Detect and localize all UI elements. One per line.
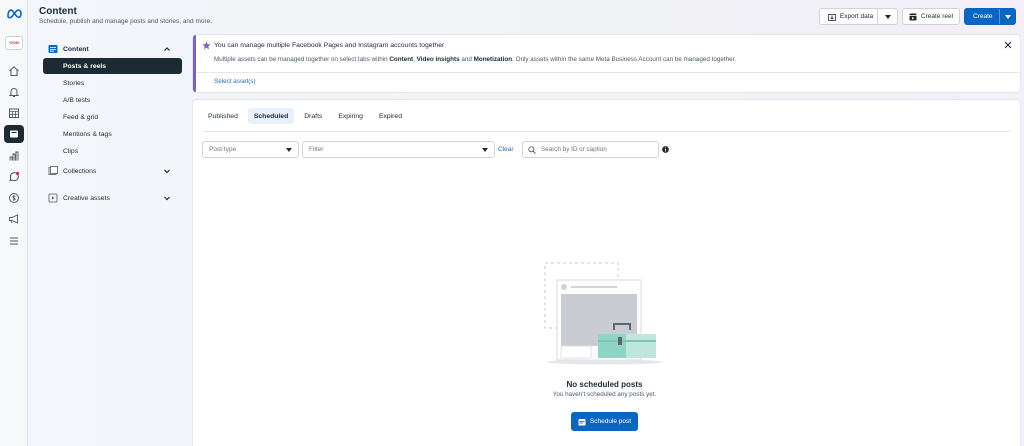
search-placeholder: Search by ID or caption <box>541 146 607 153</box>
banner-body: Multiple assets can be managed together … <box>214 56 736 63</box>
export-data-label: Export data <box>839 13 874 20</box>
banner-bold-video-insights: Video insights <box>416 56 460 63</box>
filter-placeholder: Filter <box>309 146 324 153</box>
sidebar-item-label: A/B tests <box>63 96 91 104</box>
banner-bold-content: Content <box>389 56 414 63</box>
info-banner: You can manage multiple Facebook Pages a… <box>193 35 1020 92</box>
tab-expiring[interactable]: Expiring <box>332 108 369 124</box>
create-reel-label: Create reel <box>920 13 954 20</box>
sidebar-section-label: Content <box>63 45 89 53</box>
empty-state-subtitle: You haven't scheduled any posts yet. <box>552 391 657 398</box>
export-dropdown-divider <box>877 9 878 24</box>
content-card: Published Scheduled Drafts Expiring Expi… <box>193 100 1020 446</box>
tab-scheduled[interactable]: Scheduled <box>247 108 295 124</box>
sidebar-item-mentions-tags[interactable]: Mentions & tags <box>43 126 182 142</box>
sidebar-section-content[interactable]: Content <box>40 40 185 58</box>
sidebar-item-label: Stories <box>63 79 85 87</box>
tab-bar: Published Scheduled Drafts Expiring Expi… <box>202 108 408 126</box>
inbox-icon[interactable] <box>4 168 24 186</box>
chevron-down-icon <box>164 196 170 201</box>
creative-assets-icon <box>48 193 58 203</box>
post-type-placeholder: Post type <box>209 146 237 153</box>
planner-icon[interactable] <box>4 104 24 122</box>
empty-state-title: No scheduled posts <box>566 380 643 389</box>
sidebar-item-posts-reels[interactable]: Posts & reels <box>43 58 182 74</box>
chevron-down-icon <box>286 148 292 152</box>
page-subtitle: Schedule, publish and manage posts and s… <box>39 18 213 25</box>
collections-icon <box>48 166 58 175</box>
account-avatar[interactable]: OOM <box>5 36 23 50</box>
banner-bold-monetization: Monetization <box>473 56 513 63</box>
sidebar-section-label: Creative assets <box>63 194 110 202</box>
content-section-icon <box>48 45 58 53</box>
insights-icon[interactable] <box>4 147 24 165</box>
chevron-down-icon <box>482 148 488 152</box>
filter-select[interactable]: Filter <box>302 141 495 158</box>
sidebar-item-ab-tests[interactable]: A/B tests <box>43 92 182 108</box>
select-assets-link[interactable]: Select asset(s) <box>214 78 256 85</box>
sidebar-item-label: Clips <box>63 147 79 155</box>
banner-body-text: . Only assets within the same Meta Busin… <box>512 56 737 63</box>
calendar-icon <box>578 418 586 425</box>
create-reel-button[interactable]: Create reel <box>902 8 960 25</box>
empty-state-illustration-icon <box>544 262 663 365</box>
sidebar-item-feed-grid[interactable]: Feed & grid <box>43 109 182 125</box>
reel-icon <box>909 13 917 20</box>
page-title: Content <box>39 6 77 17</box>
sidebar-section-collections[interactable]: Collections <box>40 162 185 180</box>
sidebar-section-creative-assets[interactable]: Creative assets <box>40 189 185 207</box>
chevron-down-icon[interactable] <box>885 15 891 19</box>
banner-title: You can manage multiple Facebook Pages a… <box>214 42 445 49</box>
info-icon[interactable] <box>662 146 669 153</box>
tab-published[interactable]: Published <box>202 108 244 124</box>
tab-drafts[interactable]: Drafts <box>298 108 328 124</box>
ads-icon[interactable] <box>4 210 24 228</box>
search-icon <box>528 146 536 154</box>
sidebar: Content Posts & reels Stories A/B tests … <box>40 40 185 207</box>
meta-logo-icon[interactable] <box>6 7 23 19</box>
chevron-down-icon[interactable] <box>1005 15 1011 19</box>
sidebar-item-label: Posts & reels <box>63 62 107 70</box>
chevron-up-icon <box>164 47 170 51</box>
home-icon[interactable] <box>4 62 24 80</box>
chevron-down-icon <box>164 169 170 174</box>
monetization-icon[interactable] <box>4 189 24 207</box>
banner-body-text: Multiple assets can be managed together … <box>214 56 390 63</box>
sidebar-item-label: Feed & grid <box>63 113 99 121</box>
clear-filters-link[interactable]: Clear <box>498 146 514 153</box>
notifications-icon[interactable] <box>4 83 24 101</box>
sidebar-section-label: Collections <box>63 167 97 175</box>
create-dropdown-divider <box>999 9 1000 24</box>
sidebar-item-stories[interactable]: Stories <box>43 75 182 91</box>
banner-divider <box>196 72 1020 73</box>
export-data-button[interactable]: Export data <box>819 8 898 25</box>
create-label: Create <box>973 13 993 20</box>
post-type-select[interactable]: Post type <box>202 141 299 158</box>
banner-body-text: and <box>459 56 474 63</box>
star-icon <box>202 41 211 50</box>
tab-expired[interactable]: Expired <box>373 108 408 124</box>
schedule-post-button[interactable]: Schedule post <box>571 412 638 431</box>
content-icon[interactable] <box>4 125 24 143</box>
tab-divider <box>202 131 1011 132</box>
export-icon <box>827 13 836 21</box>
sidebar-item-clips[interactable]: Clips <box>43 143 182 159</box>
search-input[interactable]: Search by ID or caption <box>522 141 659 158</box>
schedule-post-label: Schedule post <box>589 418 632 425</box>
left-rail: OOM <box>0 0 28 446</box>
menu-icon[interactable] <box>4 232 24 250</box>
close-icon[interactable] <box>1004 41 1012 49</box>
sidebar-item-label: Mentions & tags <box>63 130 112 138</box>
create-button[interactable]: Create <box>964 8 1016 25</box>
